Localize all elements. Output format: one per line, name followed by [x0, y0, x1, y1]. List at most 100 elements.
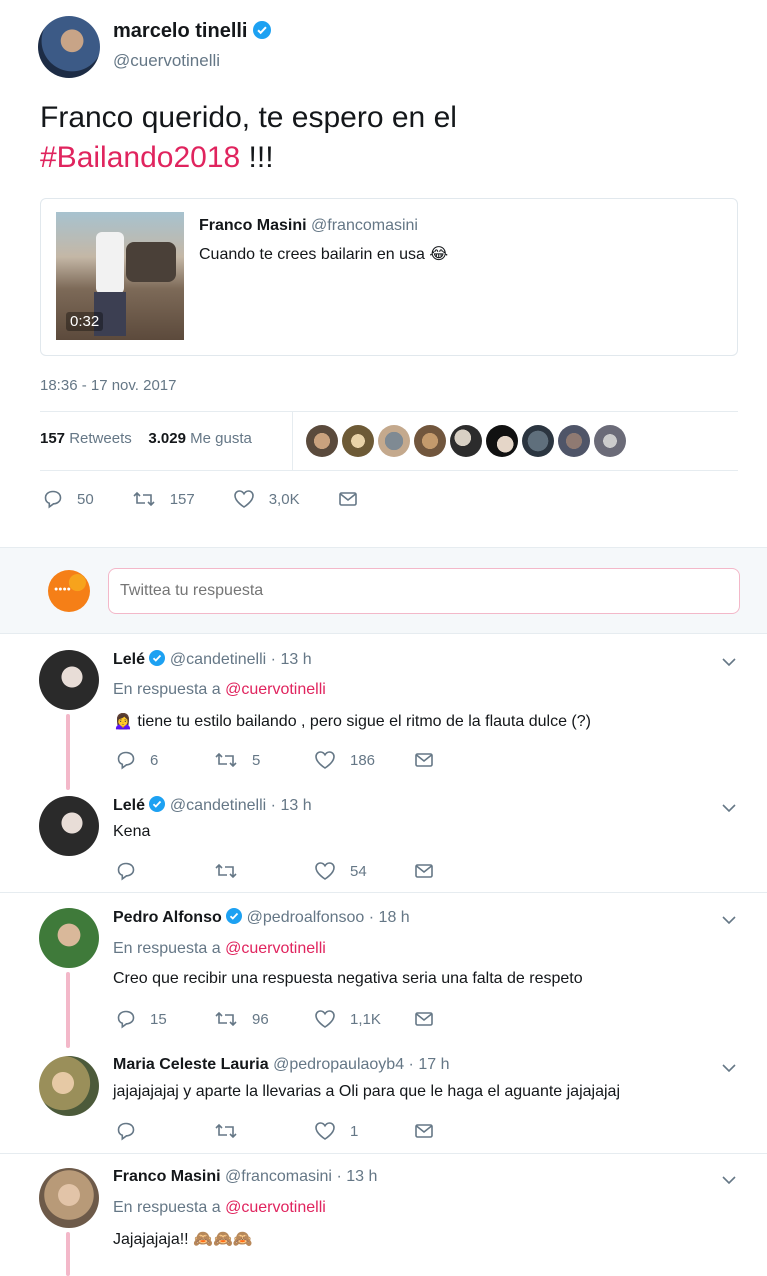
- author-name[interactable]: marcelo tinelli: [113, 20, 272, 43]
- divider: [40, 411, 738, 412]
- reply-author-name[interactable]: Maria Celeste Lauria: [113, 1056, 269, 1073]
- liker-avatar[interactable]: [414, 425, 446, 457]
- reply-avatar[interactable]: [39, 650, 99, 710]
- reply-time[interactable]: · 13 h: [271, 651, 312, 668]
- like-button[interactable]: 186: [314, 750, 414, 770]
- liker-avatar[interactable]: [342, 425, 374, 457]
- quoted-author-name[interactable]: Franco Masini: [199, 217, 307, 234]
- in-reply-to-link[interactable]: @cuervotinelli: [225, 1199, 326, 1216]
- current-user-avatar[interactable]: ●●●●: [48, 570, 90, 612]
- reply-actions: 54: [116, 861, 434, 881]
- reply-author-handle[interactable]: @pedroalfonsoo: [247, 909, 365, 926]
- liker-avatar[interactable]: [378, 425, 410, 457]
- heart-icon: [315, 751, 335, 769]
- reply-button[interactable]: 15: [116, 1009, 214, 1029]
- like-button[interactable]: 3,0K: [233, 489, 300, 509]
- liker-avatar[interactable]: [450, 425, 482, 457]
- quoted-tweet[interactable]: 0:32 Franco Masini @francomasini Cuando …: [40, 198, 738, 356]
- author-name-text[interactable]: marcelo tinelli: [113, 20, 248, 42]
- retweet-button[interactable]: 5: [214, 750, 314, 770]
- reply-time[interactable]: · 17 h: [409, 1056, 450, 1073]
- reply-time[interactable]: · 18 h: [369, 909, 410, 926]
- retweet-icon: [215, 752, 237, 768]
- reply-button[interactable]: [116, 1121, 214, 1141]
- retweet-icon: [215, 1123, 237, 1139]
- reply-author-handle[interactable]: @candetinelli: [170, 651, 266, 668]
- chevron-down-icon[interactable]: [721, 800, 737, 816]
- liker-avatar[interactable]: [522, 425, 554, 457]
- tweet-text-end: !!!: [240, 141, 274, 174]
- envelope-icon: [338, 492, 357, 506]
- liker-avatar[interactable]: [558, 425, 590, 457]
- message-button[interactable]: [414, 861, 434, 881]
- reply-actions: 1: [116, 1121, 434, 1141]
- reply-input[interactable]: [108, 568, 740, 614]
- tweet-actions: 50 157 3,0K: [43, 489, 358, 509]
- reply-avatar[interactable]: [39, 1056, 99, 1116]
- reply-text: 🙍‍♀️ tiene tu estilo bailando , pero sig…: [113, 713, 591, 730]
- chevron-down-icon[interactable]: [721, 654, 737, 670]
- chevron-down-icon[interactable]: [721, 1172, 737, 1188]
- reply-icon: [44, 490, 62, 509]
- author-avatar[interactable]: [38, 16, 100, 78]
- video-duration: 0:32: [66, 312, 104, 331]
- envelope-icon: [415, 1124, 433, 1138]
- like-button[interactable]: 1,1K: [314, 1009, 414, 1029]
- quoted-video-thumbnail[interactable]: 0:32: [56, 212, 184, 340]
- quoted-author-handle[interactable]: @francomasini: [311, 217, 418, 234]
- reply-author-handle[interactable]: @francomasini: [225, 1168, 332, 1185]
- divider: [40, 470, 738, 471]
- hashtag-link[interactable]: #Bailando2018: [40, 141, 240, 174]
- retweet-button[interactable]: [214, 1121, 314, 1141]
- message-button[interactable]: [338, 489, 358, 509]
- reply-time[interactable]: · 13 h: [336, 1168, 377, 1185]
- chevron-down-icon[interactable]: [721, 912, 737, 928]
- thread-line: [66, 1232, 70, 1276]
- reply-author-handle[interactable]: @candetinelli: [170, 797, 266, 814]
- reply-author-name[interactable]: Lelé: [113, 651, 145, 668]
- retweet-button[interactable]: 96: [214, 1009, 314, 1029]
- like-button[interactable]: 54: [314, 861, 414, 881]
- likes-stat[interactable]: 3.029 Me gusta: [148, 430, 251, 447]
- author-handle[interactable]: @cuervotinelli: [113, 51, 220, 71]
- verified-icon: [226, 908, 243, 924]
- liker-avatar[interactable]: [486, 425, 518, 457]
- liker-avatar[interactable]: [306, 425, 338, 457]
- in-reply-to-link[interactable]: @cuervotinelli: [225, 681, 326, 698]
- reply-button[interactable]: 6: [116, 750, 214, 770]
- reply-author-name[interactable]: Franco Masini: [113, 1168, 221, 1185]
- reply-text: Jajajajaja!! 🙈🙈🙈: [113, 1231, 253, 1248]
- divider: [0, 1153, 767, 1154]
- reply-author-name[interactable]: Pedro Alfonso: [113, 909, 222, 926]
- envelope-icon: [415, 753, 433, 767]
- reply-author-name[interactable]: Lelé: [113, 797, 145, 814]
- in-reply-to-link[interactable]: @cuervotinelli: [225, 940, 326, 957]
- like-button[interactable]: 1: [314, 1121, 414, 1141]
- message-button[interactable]: [414, 1009, 434, 1029]
- chevron-down-icon[interactable]: [721, 1060, 737, 1076]
- like-count: 54: [350, 862, 367, 880]
- message-button[interactable]: [414, 1121, 434, 1141]
- reply-time[interactable]: · 13 h: [271, 797, 312, 814]
- reply-avatar[interactable]: [39, 796, 99, 856]
- reply-author-handle[interactable]: @pedropaulaoyb4: [273, 1056, 404, 1073]
- reply-icon: [117, 751, 135, 770]
- tweet-timestamp[interactable]: 18:36 - 17 nov. 2017: [40, 377, 177, 394]
- reply-button[interactable]: [116, 861, 214, 881]
- verified-icon: [149, 796, 166, 812]
- reply-avatar[interactable]: [39, 908, 99, 968]
- retweets-stat[interactable]: 157 Retweets: [40, 430, 136, 447]
- in-reply-to-label: En respuesta a: [113, 681, 221, 698]
- retweet-button[interactable]: [214, 861, 314, 881]
- reply-text: Creo que recibir una respuesta negativa …: [113, 970, 583, 987]
- reply-button[interactable]: 50: [43, 489, 94, 509]
- reply-icon: [117, 862, 135, 881]
- tweet-text-plain: Franco querido, te espero en el: [40, 101, 457, 134]
- envelope-icon: [415, 864, 433, 878]
- retweet-icon: [133, 491, 155, 507]
- message-button[interactable]: [414, 750, 434, 770]
- retweet-button[interactable]: 157: [132, 489, 195, 509]
- reply-avatar[interactable]: [39, 1168, 99, 1228]
- liker-avatar[interactable]: [594, 425, 626, 457]
- in-reply-to-label: En respuesta a: [113, 940, 221, 957]
